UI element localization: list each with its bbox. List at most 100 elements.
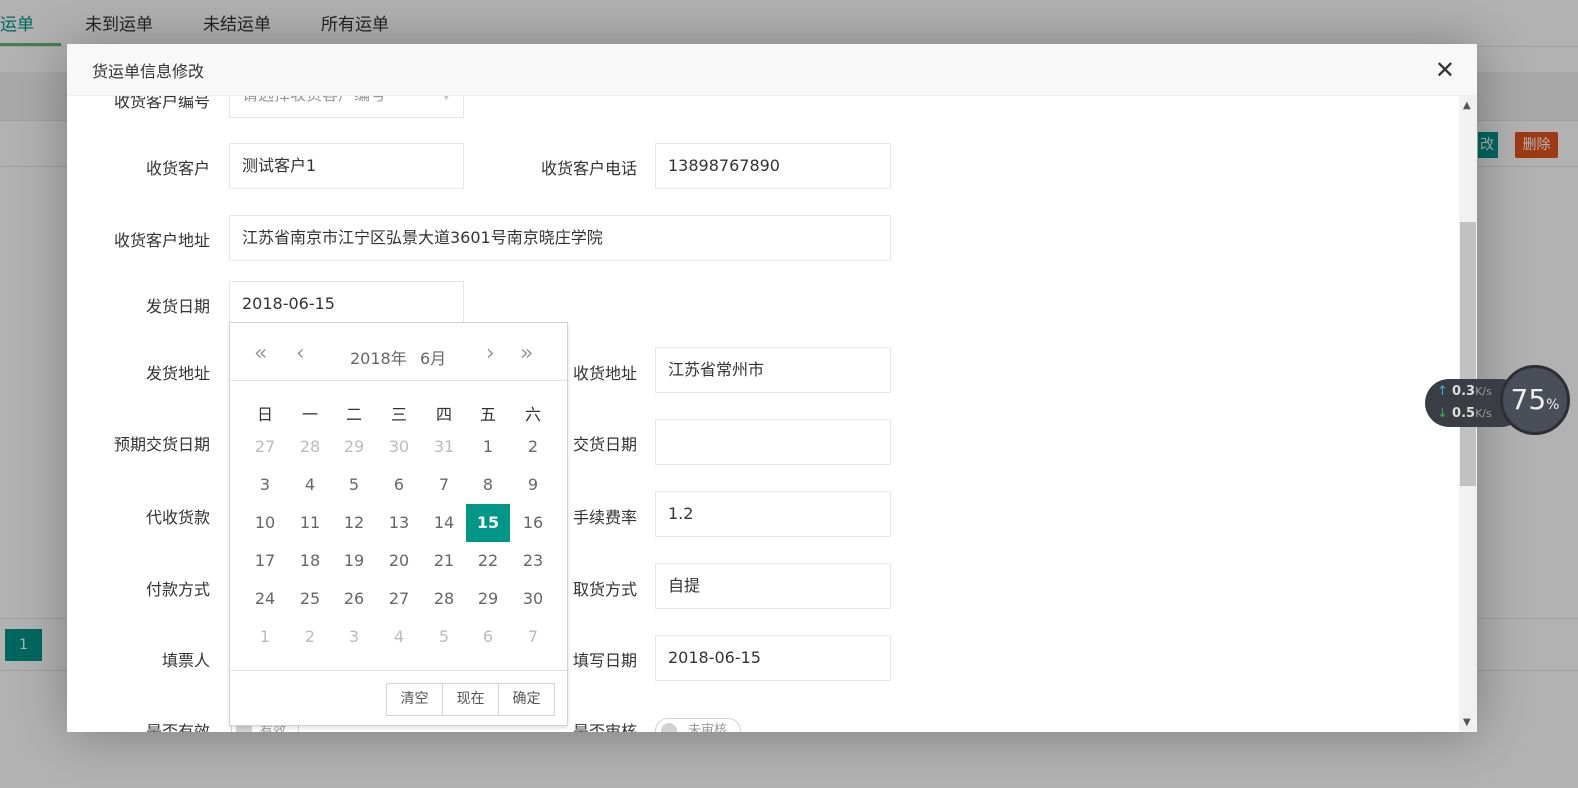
calendar-day[interactable]: 29 xyxy=(466,580,510,618)
clear-button[interactable]: 清空 xyxy=(386,683,443,716)
calendar-day[interactable]: 18 xyxy=(288,542,332,580)
calendar-day[interactable]: 30 xyxy=(377,428,421,466)
ship-date-input[interactable]: 2018-06-15 xyxy=(229,281,464,327)
now-button[interactable]: 现在 xyxy=(442,683,499,716)
calendar-day[interactable]: 6 xyxy=(377,466,421,504)
calendar-day[interactable]: 26 xyxy=(332,580,376,618)
calendar-day[interactable]: 16 xyxy=(511,504,555,542)
calendar-day[interactable]: 31 xyxy=(422,428,466,466)
ship-date-label: 发货日期 xyxy=(145,297,210,316)
dialog-title: 货运单信息修改 xyxy=(92,62,205,81)
calendar-day[interactable]: 5 xyxy=(332,466,376,504)
prev-year-icon[interactable]: « xyxy=(254,341,267,366)
calendar-year[interactable]: 2018年 xyxy=(350,345,407,369)
confirm-button[interactable]: 确定 xyxy=(498,683,555,716)
percent-sign: % xyxy=(1546,397,1560,413)
scrollbar-thumb[interactable] xyxy=(1460,222,1476,486)
calendar-day[interactable]: 9 xyxy=(511,466,555,504)
calendar-day[interactable]: 1 xyxy=(243,618,287,656)
fill-date-input[interactable]: 2018-06-15 xyxy=(655,635,891,681)
upload-icon: ↑ xyxy=(1437,384,1448,399)
receiver-input[interactable]: 测试客户1 xyxy=(229,143,464,189)
calendar-day[interactable]: 3 xyxy=(243,466,287,504)
receiver-phone-input[interactable]: 13898767890 xyxy=(655,143,891,189)
pickup-input[interactable]: 自提 xyxy=(655,563,891,609)
calendar-day[interactable]: 15 xyxy=(466,504,510,542)
usage-percent: 75 xyxy=(1510,383,1547,416)
calendar-day[interactable]: 7 xyxy=(511,618,555,656)
cod-label: 代收货款 xyxy=(145,508,210,527)
calendar-day[interactable]: 29 xyxy=(332,428,376,466)
calendar-day[interactable]: 7 xyxy=(422,466,466,504)
calendar-day[interactable]: 22 xyxy=(466,542,510,580)
receiver-code-placeholder: 请选择收货客户编号 xyxy=(242,96,386,104)
calendar-day[interactable]: 2 xyxy=(288,618,332,656)
calendar-day[interactable]: 5 xyxy=(422,618,466,656)
download-unit: K/s xyxy=(1475,407,1492,420)
scroll-up-icon[interactable]: ▲ xyxy=(1463,100,1471,111)
receive-address-input[interactable]: 江苏省常州市 xyxy=(655,347,891,393)
weekday-header: 三 xyxy=(390,405,407,424)
calendar-day[interactable]: 30 xyxy=(511,580,555,618)
calendar-day[interactable]: 21 xyxy=(422,542,466,580)
memory-usage-ring[interactable]: 75% xyxy=(1500,365,1570,435)
upload-speed: 0.3 xyxy=(1452,384,1476,399)
calendar-day[interactable]: 28 xyxy=(288,428,332,466)
prev-month-icon[interactable]: ‹ xyxy=(296,341,305,366)
calendar-day[interactable]: 3 xyxy=(332,618,376,656)
switch-knob xyxy=(661,723,677,732)
fee-rate-input[interactable]: 1.2 xyxy=(655,491,891,537)
weekday-header: 一 xyxy=(301,405,318,424)
calendar-day[interactable]: 4 xyxy=(288,466,332,504)
download-speed: 0.5 xyxy=(1452,406,1476,421)
date-picker: « ‹ 2018年 6月 › » 日一二三四五六 27 28 29 30 31 1 2 3 4 5 6… xyxy=(229,322,568,726)
calendar-month[interactable]: 6月 xyxy=(420,345,446,369)
calendar-day[interactable]: 2 xyxy=(511,428,555,466)
next-month-icon[interactable]: › xyxy=(486,341,495,366)
receiver-phone-label: 收货客户电话 xyxy=(540,159,637,178)
calendar-day[interactable]: 20 xyxy=(377,542,421,580)
calendar-day[interactable]: 27 xyxy=(377,580,421,618)
valid-label: 是否有效 xyxy=(145,722,210,732)
receiver-label: 收货客户 xyxy=(145,159,210,178)
receiver-address-label: 收货客户地址 xyxy=(113,231,210,250)
calendar-day[interactable]: 10 xyxy=(243,504,287,542)
receiver-address-input[interactable]: 江苏省南京市江宁区弘景大道3601号南京晓庄学院 xyxy=(229,215,891,261)
weekday-header: 日 xyxy=(256,405,273,424)
next-year-icon[interactable]: » xyxy=(520,341,533,366)
audited-switch-text: 未审核 xyxy=(688,723,728,732)
dialog-header: 货运单信息修改 ✕ xyxy=(67,44,1477,96)
receiver-code-label: 收货客户编号 xyxy=(113,96,210,111)
receiver-code-select[interactable]: 请选择收货客户编号 ▼ xyxy=(229,96,464,118)
calendar-day[interactable]: 12 xyxy=(332,504,376,542)
calendar-day[interactable]: 8 xyxy=(466,466,510,504)
calendar-day[interactable]: 17 xyxy=(243,542,287,580)
calendar-day[interactable]: 25 xyxy=(288,580,332,618)
delivery-date-input[interactable] xyxy=(655,419,891,465)
ship-address-label: 发货地址 xyxy=(145,364,210,383)
close-icon[interactable]: ✕ xyxy=(1435,56,1455,84)
weekday-header: 四 xyxy=(435,405,452,424)
upload-unit: K/s xyxy=(1475,385,1492,398)
weekday-header: 二 xyxy=(345,405,362,424)
calendar-day[interactable]: 4 xyxy=(377,618,421,656)
payment-label: 付款方式 xyxy=(145,580,210,599)
dropdown-arrow-icon: ▼ xyxy=(442,96,451,117)
calendar-day[interactable]: 23 xyxy=(511,542,555,580)
calendar-day[interactable]: 27 xyxy=(243,428,287,466)
expected-date-label: 预期交货日期 xyxy=(113,435,210,454)
calendar-day[interactable]: 19 xyxy=(332,542,376,580)
calendar-day[interactable]: 13 xyxy=(377,504,421,542)
calendar-day[interactable]: 14 xyxy=(422,504,466,542)
calendar-day[interactable]: 28 xyxy=(422,580,466,618)
calendar-day[interactable]: 24 xyxy=(243,580,287,618)
scroll-down-icon[interactable]: ▼ xyxy=(1463,717,1471,728)
filler-label: 填票人 xyxy=(161,651,210,670)
calendar-day[interactable]: 11 xyxy=(288,504,332,542)
weekday-header: 五 xyxy=(479,405,496,424)
calendar-day[interactable]: 6 xyxy=(466,618,510,656)
toggle-knob xyxy=(236,725,252,732)
audited-switch[interactable]: 未审核 xyxy=(655,718,741,732)
download-icon: ↓ xyxy=(1437,406,1448,421)
calendar-day[interactable]: 1 xyxy=(466,428,510,466)
